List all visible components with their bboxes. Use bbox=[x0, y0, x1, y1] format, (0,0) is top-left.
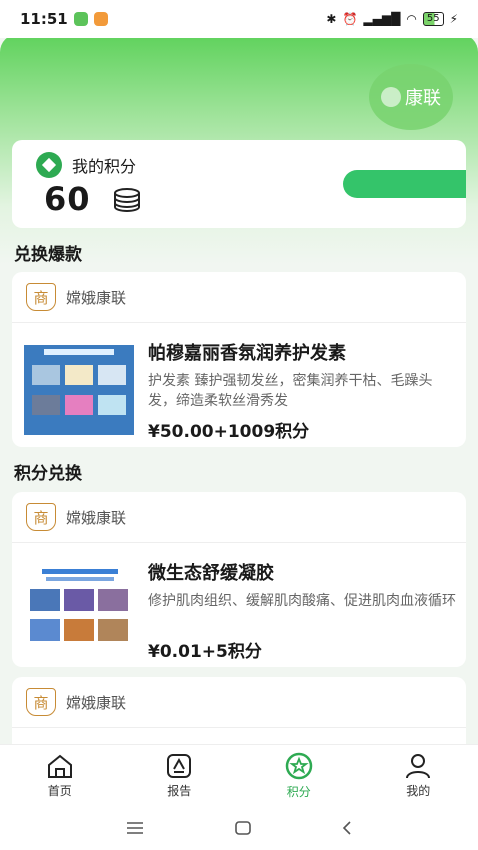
menu-icon[interactable] bbox=[125, 821, 145, 835]
shop-row[interactable]: 商 嫦娥康联 bbox=[12, 272, 466, 323]
points-star-icon bbox=[285, 752, 312, 780]
home-icon bbox=[47, 754, 72, 778]
status-left: 11:51 bbox=[20, 10, 108, 28]
user-icon bbox=[406, 754, 431, 779]
product-description: 修护肌肉组织、缓解肌肉酸痛、促进肌肉血液循环 bbox=[148, 593, 456, 609]
tab-label: 首页 bbox=[47, 784, 72, 798]
shop-name: 嫦娥康联 bbox=[66, 508, 127, 527]
tab-report[interactable]: 报告 bbox=[139, 753, 219, 799]
status-bar: 11:51 ✱ ⏰ ▂▄▆█ ◠ 55 ⚡ bbox=[0, 0, 478, 38]
product-body[interactable]: 微生态舒缓凝胶 修护肌肉组织、缓解肌肉酸痛、促进肌肉血液循环 ¥0.01+5积分 bbox=[12, 543, 466, 667]
tab-label: 积分 bbox=[286, 785, 311, 799]
product-description: 护发素 臻护强韧发丝，密集润养干枯、毛躁头发，缔造柔软丝滑秀发 bbox=[148, 373, 433, 409]
product-card[interactable]: 商 嫦娥康联 帕穆嘉丽香氛润养护发素 护发素 臻护强韧发丝，密集润养干枯、毛躁头… bbox=[12, 272, 466, 447]
report-icon bbox=[167, 754, 192, 778]
phone-notification-icon bbox=[93, 12, 108, 26]
product-title: 微生态舒缓凝胶 bbox=[148, 563, 274, 584]
back-icon[interactable] bbox=[341, 820, 353, 836]
product-image-conditioner[interactable] bbox=[24, 345, 134, 435]
shop-icon: 商 bbox=[26, 503, 56, 531]
brand-logo-text: 康联 bbox=[405, 88, 441, 109]
product-card[interactable]: 商 嫦娥康联 微生态舒缓凝胶 修护肌肉组织、缓解肌肉酸痛、促进肌肉血液循环 ¥0… bbox=[12, 492, 466, 667]
tab-label: 报告 bbox=[167, 784, 192, 798]
product-body[interactable]: 帕穆嘉丽香氛润养护发素 护发素 臻护强韧发丝，密集润养干枯、毛躁头发，缔造柔软丝… bbox=[12, 323, 466, 447]
product-price: ¥0.01+5积分 bbox=[148, 642, 262, 662]
points-diamond-icon bbox=[36, 152, 62, 178]
wechat-notification-icon bbox=[73, 12, 88, 26]
section-title-exchange: 积分兑换 bbox=[14, 464, 82, 484]
battery-icon: 55 bbox=[422, 12, 444, 26]
my-points-card[interactable]: 我的积分 60 bbox=[12, 140, 466, 228]
charging-icon: ⚡ bbox=[449, 12, 458, 26]
home-nav-icon[interactable] bbox=[234, 820, 252, 836]
points-header: 我的积分 bbox=[36, 152, 136, 178]
bottom-tab-bar: 首页 报告 积分 我的 bbox=[0, 744, 478, 807]
tab-mine[interactable]: 我的 bbox=[378, 753, 458, 799]
shop-name: 嫦娥康联 bbox=[66, 693, 127, 712]
points-label: 我的积分 bbox=[72, 157, 137, 176]
product-image-gel[interactable] bbox=[24, 565, 134, 655]
shop-row[interactable]: 商 嫦娥康联 bbox=[12, 492, 466, 543]
shop-name: 嫦娥康联 bbox=[66, 288, 127, 307]
coins-icon bbox=[114, 188, 140, 212]
tab-points[interactable]: 积分 bbox=[259, 752, 339, 800]
points-action-pill[interactable] bbox=[343, 170, 466, 198]
signal-icon: ▂▄▆█ bbox=[363, 12, 401, 26]
tab-home[interactable]: 首页 bbox=[20, 753, 100, 799]
shop-icon: 商 bbox=[26, 283, 56, 311]
product-title: 帕穆嘉丽香氛润养护发素 bbox=[148, 343, 346, 364]
points-value: 60 bbox=[44, 180, 91, 218]
shop-row[interactable]: 商 嫦娥康联 bbox=[12, 677, 466, 728]
section-title-hot: 兑换爆款 bbox=[14, 245, 82, 265]
product-price: ¥50.00+1009积分 bbox=[148, 422, 310, 442]
logo-mark-icon bbox=[381, 87, 401, 107]
shop-icon: 商 bbox=[26, 688, 56, 716]
alarm-icon: ⏰ bbox=[342, 12, 358, 26]
wifi-icon: ◠ bbox=[406, 12, 417, 26]
bluetooth-icon: ✱ bbox=[326, 12, 337, 26]
brand-logo: 康联 bbox=[369, 64, 453, 130]
tab-label: 我的 bbox=[406, 784, 431, 798]
status-right: ✱ ⏰ ▂▄▆█ ◠ 55 ⚡ bbox=[326, 12, 458, 26]
system-nav-bar bbox=[0, 806, 478, 850]
status-time: 11:51 bbox=[20, 10, 68, 28]
